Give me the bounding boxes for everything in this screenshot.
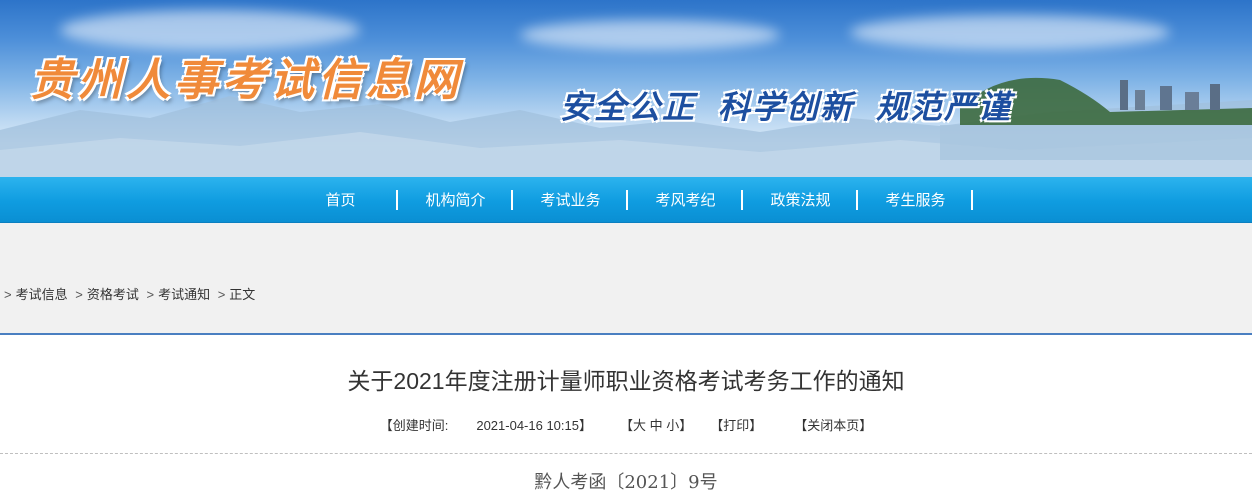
nav-item-label: 首页	[325, 192, 356, 209]
article-title: 关于2021年度注册计量师职业资格考试考务工作的通知	[347, 368, 905, 394]
font-size-control[interactable]: 【大 中 小】	[620, 418, 692, 433]
slogan-part: 安全公正	[560, 88, 697, 126]
breadcrumb-link-exam-notice[interactable]: 考试通知	[158, 287, 210, 302]
print-link[interactable]: 【打印】	[710, 418, 762, 433]
breadcrumb-separator: >	[217, 287, 226, 302]
breadcrumb-bar: > 考试信息 > 资格考试 > 考试通知 > 正文	[0, 223, 1252, 335]
nav-item-about[interactable]: 机构简介	[398, 177, 513, 222]
site-title-logo: 贵州人事考试信息网	[30, 55, 462, 106]
nav-item-label: 政策法规	[770, 192, 831, 209]
nav-item-label: 考风考纪	[655, 192, 716, 209]
breadcrumb-current: 正文	[229, 287, 256, 302]
document-number: 黔人考函〔2021〕9号	[534, 472, 718, 493]
created-time-label: 【创建时间:	[379, 418, 449, 433]
breadcrumb-link-exam-info[interactable]: 考试信息	[16, 287, 68, 302]
breadcrumb: > 考试信息 > 资格考试 > 考试通知 > 正文	[0, 284, 255, 303]
close-page-link[interactable]: 【关闭本页】	[794, 418, 872, 433]
nav-item-exam-business[interactable]: 考试业务	[513, 177, 628, 222]
article-meta: 【创建时间: 2021-04-16 10:15】 【大 中 小】 【打印】 【关闭本页】	[0, 415, 1252, 434]
created-time-value: 2021-04-16 10:15】	[476, 418, 592, 433]
nav-item-label: 考试业务	[540, 192, 601, 209]
slogan-part: 科学创新	[718, 88, 855, 126]
nav-item-exam-discipline[interactable]: 考风考纪	[628, 177, 743, 222]
slogan: 安全公正 科学创新 规范严谨	[560, 82, 1034, 128]
nav-item-policy[interactable]: 政策法规	[743, 177, 858, 222]
divider	[0, 453, 1252, 454]
nav-item-candidate-service[interactable]: 考生服务	[858, 177, 973, 222]
nav-item-home[interactable]: 首页	[283, 177, 398, 222]
breadcrumb-separator: >	[75, 287, 83, 302]
nav-item-label: 考生服务	[885, 192, 946, 209]
site-header-banner: 贵州人事考试信息网 安全公正 科学创新 规范严谨	[0, 0, 1252, 177]
main-nav-bar: 首页 机构简介 考试业务 考风考纪 政策法规 考生服务	[0, 177, 1252, 223]
breadcrumb-link-qualification-exam[interactable]: 资格考试	[87, 287, 139, 302]
nav-item-label: 机构简介	[425, 192, 486, 209]
breadcrumb-separator: >	[4, 287, 12, 302]
slogan-part: 规范严谨	[876, 88, 1013, 126]
breadcrumb-separator: >	[146, 287, 155, 302]
